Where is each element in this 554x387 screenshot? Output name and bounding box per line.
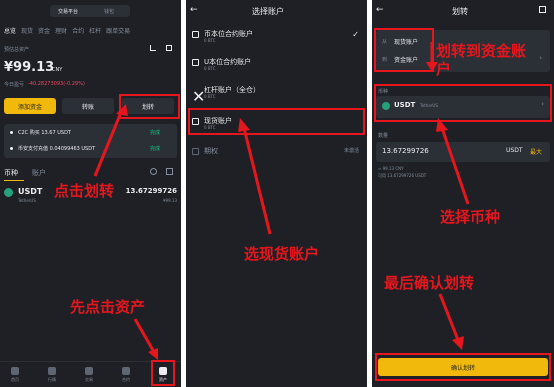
page-title: 选择账户 [252,7,284,16]
highlight-spot [188,108,365,135]
account-usdm-futures[interactable]: U本位合约账户 0 BTC [186,54,367,76]
tab-exchange[interactable]: 交易平台 [58,8,78,15]
platform-tabs: 交易平台 钱包 [50,5,130,17]
tab-underline [4,180,24,181]
cny-estimate: ≈ 99.13 CNY [378,166,404,171]
nav-futures-bottom[interactable]: 合约 [111,367,141,383]
futures-icon [122,367,130,375]
usdt-icon [4,188,13,197]
annotation-arrow-4 [426,42,438,72]
bullet-icon [10,147,13,150]
history-icon[interactable] [166,45,172,51]
history-icon[interactable] [539,6,546,13]
nav-margin[interactable]: 杠杆 [89,26,101,35]
annotation-select-spot: 选现货账户 [244,245,320,263]
page-title: 划转 [452,7,468,16]
annotation-confirm: 最后确认划转 [384,274,475,292]
nav-earn[interactable]: 理财 [55,26,67,35]
available-balance: 可用 13.67299726 USDT [378,173,427,178]
add-funds-button[interactable]: 添加资金 [4,98,56,114]
back-icon[interactable]: ← [190,5,198,15]
pnl-label: 今日盈亏 [4,82,25,88]
home-icon [11,367,19,375]
coin-name: USDT [18,187,43,196]
notice-1-status: 完成 [150,130,161,136]
nav-futures[interactable]: 合约 [72,26,84,35]
tab-wallet[interactable]: 钱包 [104,8,114,15]
check-icon: ✓ [352,30,359,39]
tab-account[interactable]: 账户 [32,168,46,178]
coin-futures-icon [192,31,199,38]
annotation-arrow-3 [238,118,272,235]
max-button[interactable]: 最大 [530,147,542,156]
tab-coin[interactable]: 币种 [4,168,18,178]
notice-2-status: 完成 [150,146,161,152]
annotation-arrow-6 [438,293,464,350]
inactive-status: 未激活 [343,148,359,154]
highlight-confirm [375,353,551,381]
annotation-arrow-1 [93,104,128,177]
transfer-panel: ← 划转 从 现货账户 到 资金账户 › 划转到资金账 户 币种 USDT Te… [372,0,554,387]
coin-cny-value: ¥99.13 [163,198,177,203]
select-account-panel: ← 选择账户 币本位合约账户 0 BTC ✓ U本位合约账户 0 BTC ✕ 杠… [186,0,367,387]
back-icon[interactable]: ← [376,5,384,15]
notice-1[interactable]: C2C 购买 13.67 USDT [18,129,71,136]
account-coin-futures[interactable]: 币本位合约账户 0 BTC ✓ [186,26,367,48]
amount-value: 13.67299726 [382,147,429,155]
wallet-nav: 总览 现货 资金 理财 合约 杠杆 跟单交易 [4,26,130,35]
nav-markets[interactable]: 行情 [37,367,67,383]
annotation-arrow-2 [133,318,158,360]
wallet-overview-panel: 交易平台 钱包 总览 现货 资金 理财 合约 杠杆 跟单交易 预估总资产 ¥99… [0,0,181,387]
nav-copy[interactable]: 跟单交易 [106,26,130,35]
amount-unit: USDT [506,147,523,154]
markets-icon [48,367,56,375]
margin-icon: ✕ [192,87,206,106]
search-icon[interactable] [150,168,157,175]
nav-funding[interactable]: 资金 [38,26,50,35]
estimated-label: 预估总资产 [4,47,30,53]
nav-home[interactable]: 首页 [0,367,30,383]
account-margin-cross[interactable]: ✕ 杠杆账户（全仓） 0 BTC [186,82,367,106]
chevron-right-icon: › [539,54,542,62]
settings-icon[interactable] [166,168,173,175]
nav-spot[interactable]: 现货 [21,26,33,35]
annotation-click-assets: 先点击资产 [70,298,146,316]
chart-icon[interactable] [150,45,156,51]
pnl-value: -40.28273093(-0.29%) [28,81,85,87]
usdm-futures-icon [192,59,199,66]
total-balance: ¥99.13 [4,60,55,75]
options-icon [192,148,199,155]
trade-icon [85,367,93,375]
coin-full-name: TetherUS [18,198,36,203]
annotation-arrow-5 [436,118,470,205]
annotation-select-coin: 选择币种 [440,208,501,226]
nav-trade[interactable]: 交易 [74,367,104,383]
amount-label: 数量 [378,133,389,139]
coin-amount: 13.67299726 [125,187,177,195]
bullet-icon [10,131,13,134]
nav-overview[interactable]: 总览 [4,26,16,35]
account-options: 期权 未激活 [186,143,367,165]
highlight-assets [151,360,175,386]
currency-selector[interactable]: CNY [52,67,62,73]
notice-2[interactable]: 币安支付充值 0.04099463 USDT [18,145,95,152]
highlight-coin [374,84,552,122]
